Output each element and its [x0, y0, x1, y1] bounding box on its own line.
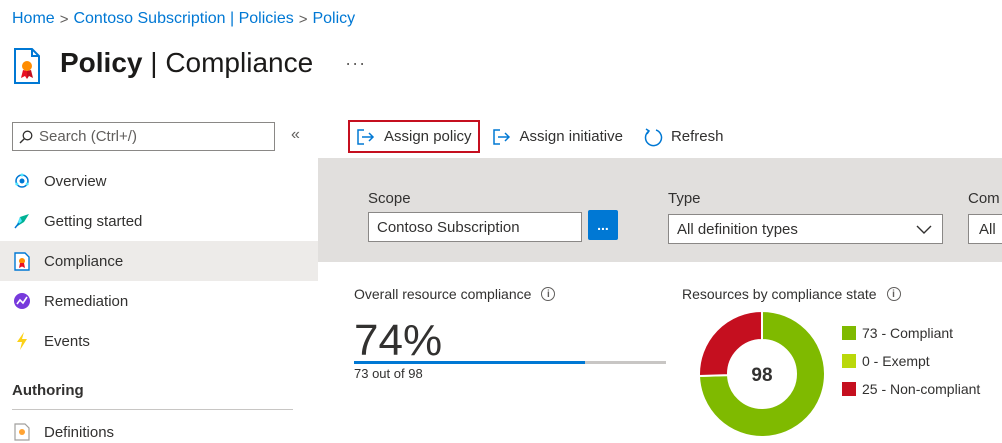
sidebar-item-compliance[interactable]: Compliance	[0, 241, 318, 281]
command-bar: Assign policy Assign initiative Refresh	[348, 120, 731, 153]
getting-started-icon	[12, 211, 32, 231]
chevron-down-icon	[916, 225, 932, 234]
refresh-label: Refresh	[670, 128, 724, 145]
legend-item-non-compliant[interactable]: 25 - Non-compliant	[842, 375, 980, 403]
breadcrumb-separator: >	[298, 10, 308, 28]
compliance-legend: 73 - Compliant 0 - Exempt 25 - Non-compl…	[842, 319, 980, 403]
breadcrumb-policy[interactable]: Policy	[312, 10, 355, 28]
scope-label: Scope	[368, 190, 411, 207]
compliance-count: 73 out of 98	[354, 366, 423, 381]
type-dropdown[interactable]: All definition types	[668, 214, 943, 244]
compliance-state-card: Resources by compliance state i 98 73 - …	[682, 286, 1002, 443]
info-icon[interactable]: i	[886, 287, 901, 301]
donut-total: 98	[751, 365, 772, 386]
remediation-icon	[12, 291, 32, 311]
compliance-icon	[12, 251, 32, 271]
sidebar-item-definitions[interactable]: Definitions	[0, 412, 318, 443]
type-dropdown-value: All definition types	[677, 220, 798, 238]
legend-swatch	[842, 382, 856, 396]
assign-initiative-label: Assign initiative	[519, 128, 623, 145]
sidebar-item-overview[interactable]: Overview	[0, 161, 318, 201]
filter-bar: Scope Contoso Subscription ... Type All …	[318, 158, 1002, 262]
assign-initiative-button[interactable]: Assign initiative	[484, 120, 631, 153]
sidebar-item-label: Definitions	[44, 423, 115, 441]
assign-icon	[492, 128, 510, 145]
assign-policy-label: Assign policy	[384, 128, 472, 145]
legend-swatch	[842, 326, 856, 340]
assign-policy-button[interactable]: Assign policy	[348, 120, 480, 153]
sidebar-item-getting-started[interactable]: Getting started	[0, 201, 318, 241]
sidebar: Search (Ctrl+/) « Overview Getting start…	[0, 120, 318, 443]
scope-field[interactable]: Contoso Subscription	[368, 212, 582, 242]
definitions-icon	[12, 422, 32, 442]
events-icon	[12, 331, 32, 351]
breadcrumb-home[interactable]: Home	[12, 10, 55, 28]
compliance-progress-bar	[354, 361, 666, 364]
info-icon[interactable]: i	[541, 287, 556, 301]
compliance-progress-fill	[354, 361, 585, 364]
overall-compliance-card: Overall resource compliance i 74% 73 out…	[354, 286, 666, 381]
sidebar-item-remediation[interactable]: Remediation	[0, 281, 318, 321]
sidebar-item-label: Overview	[44, 172, 107, 190]
divider	[12, 409, 293, 410]
refresh-icon	[644, 127, 663, 146]
legend-item-exempt[interactable]: 0 - Exempt	[842, 347, 980, 375]
sidebar-section-authoring: Authoring	[12, 382, 84, 399]
overall-compliance-title: Overall resource compliance i	[354, 286, 556, 302]
compliance-percentage: 74%	[354, 316, 443, 365]
policy-icon	[14, 48, 40, 84]
compliance-state-label: Com	[968, 190, 1000, 207]
sidebar-item-label: Events	[44, 332, 90, 350]
legend-item-compliant[interactable]: 73 - Compliant	[842, 319, 980, 347]
sidebar-item-events[interactable]: Events	[0, 321, 318, 361]
more-options-button[interactable]: ···	[345, 53, 366, 74]
type-label: Type	[668, 190, 701, 207]
compliance-state-title: Resources by compliance state i	[682, 286, 1002, 302]
assign-icon	[357, 128, 375, 145]
search-input[interactable]: Search (Ctrl+/)	[12, 122, 275, 151]
legend-swatch	[842, 354, 856, 368]
sidebar-item-label: Compliance	[44, 252, 124, 270]
sidebar-item-label: Remediation	[44, 292, 129, 310]
sidebar-item-label: Getting started	[44, 212, 143, 230]
breadcrumb-subscription-policies[interactable]: Contoso Subscription | Policies	[73, 10, 293, 28]
breadcrumb: Home > Contoso Subscription | Policies >…	[12, 10, 355, 28]
scope-picker-button[interactable]: ...	[588, 210, 618, 240]
collapse-sidebar-button[interactable]: «	[291, 126, 300, 144]
search-placeholder: Search (Ctrl+/)	[39, 128, 137, 145]
page-title: Policy | Compliance	[60, 47, 314, 78]
page-header: Policy | Compliance ···	[12, 42, 366, 84]
refresh-button[interactable]: Refresh	[635, 120, 732, 153]
compliance-state-dropdown[interactable]: All	[968, 214, 1002, 244]
overview-icon	[12, 171, 32, 191]
breadcrumb-separator: >	[59, 10, 69, 28]
search-icon	[19, 130, 33, 143]
compliance-donut-chart: 98	[698, 310, 826, 438]
